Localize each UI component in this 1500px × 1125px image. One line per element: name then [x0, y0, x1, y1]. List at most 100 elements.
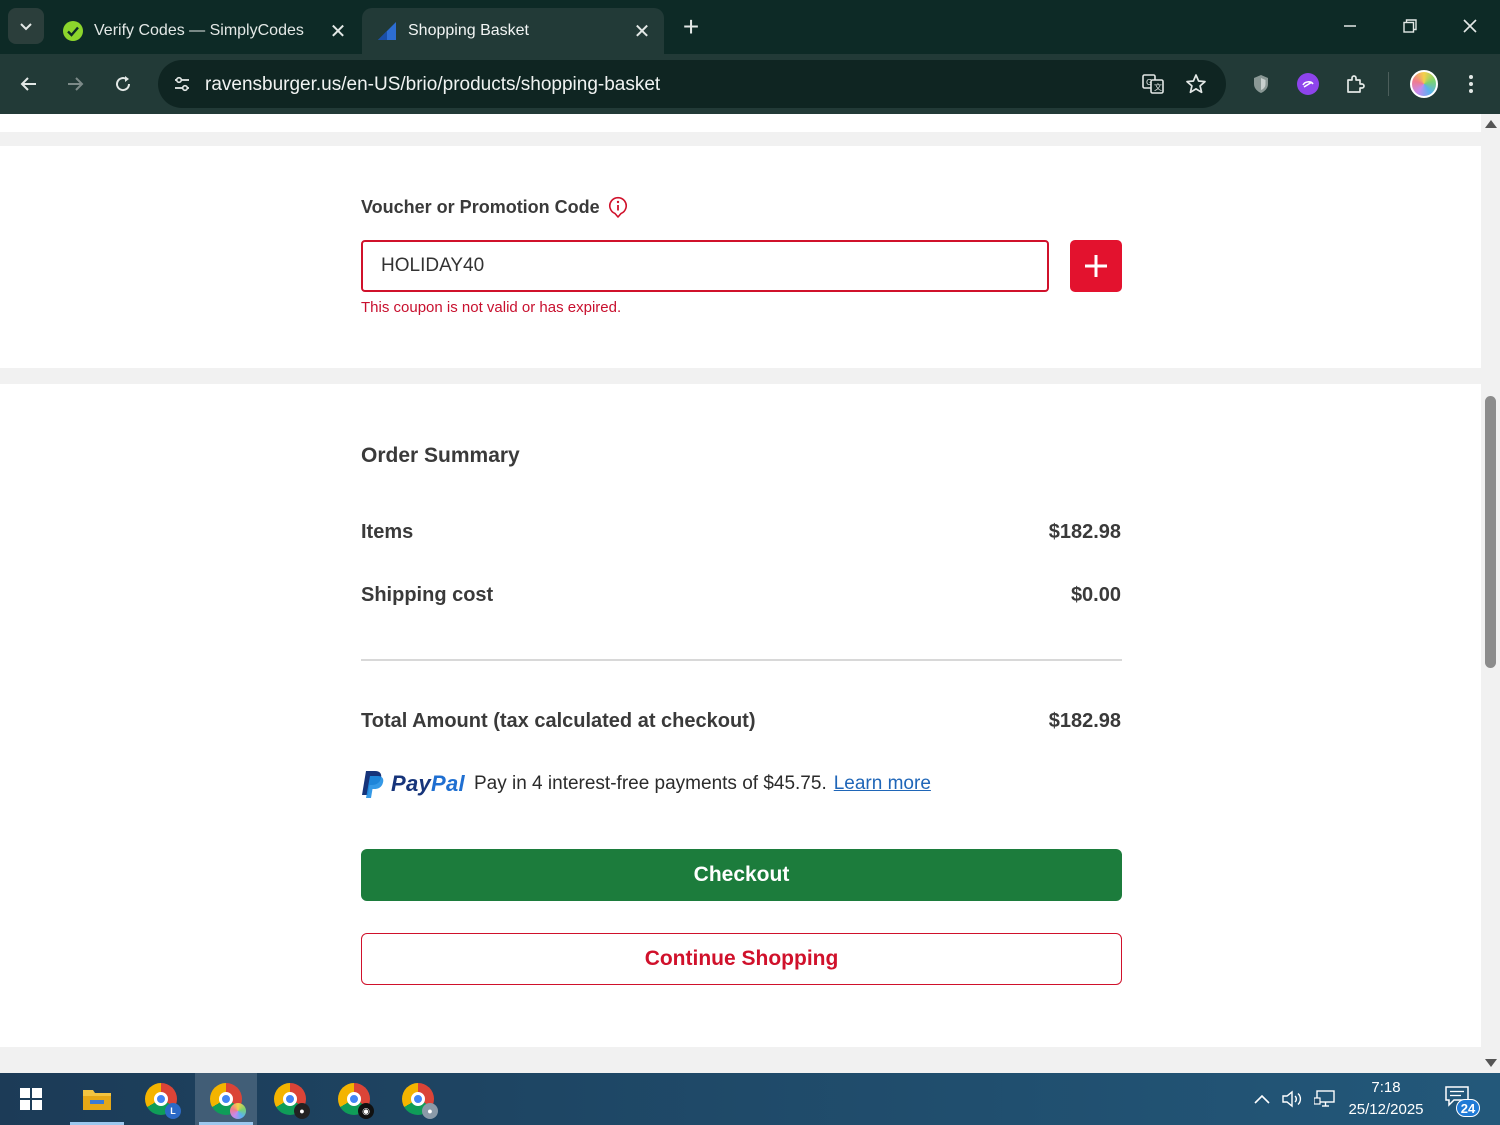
clock-time: 7:18	[1371, 1079, 1401, 1096]
svg-text:文: 文	[1154, 82, 1162, 92]
site-info-button[interactable]	[164, 66, 200, 102]
restore-icon	[1403, 19, 1417, 33]
address-bar[interactable]: ravensburger.us/en-US/brio/products/shop…	[158, 60, 1226, 108]
section-divider-band	[0, 1047, 1481, 1073]
plus-icon	[1085, 255, 1107, 277]
extension-badge-icon	[1297, 73, 1319, 95]
scrollbar-thumb[interactable]	[1485, 396, 1496, 668]
simplycodes-icon	[62, 20, 84, 42]
volume-button[interactable]	[1280, 1087, 1304, 1111]
chrome-icon: ●	[274, 1083, 310, 1119]
network-icon	[1314, 1090, 1335, 1107]
avatar	[1410, 70, 1438, 98]
taskbar-file-explorer[interactable]	[66, 1073, 128, 1125]
section-divider-band	[0, 368, 1481, 384]
chevron-up-icon	[1254, 1094, 1270, 1104]
voucher-code-input[interactable]	[361, 240, 1049, 292]
arrow-left-icon	[20, 77, 36, 91]
menu-button[interactable]	[1453, 66, 1489, 102]
show-hidden-icons-button[interactable]	[1250, 1087, 1274, 1111]
tab-search-button[interactable]	[8, 8, 44, 44]
order-summary-title: Order Summary	[361, 444, 520, 467]
voucher-label-text: Voucher or Promotion Code	[361, 196, 600, 217]
paypal-icon	[362, 771, 384, 798]
tab-title: Shopping Basket	[408, 22, 529, 39]
total-label: Total Amount (tax calculated at checkout…	[361, 710, 756, 732]
speaker-icon	[1282, 1090, 1302, 1108]
restore-button[interactable]	[1390, 8, 1430, 44]
translate-button[interactable]: G文	[1135, 66, 1171, 102]
close-icon	[1463, 19, 1477, 33]
items-label: Items	[361, 521, 414, 543]
apply-voucher-button[interactable]	[1070, 240, 1122, 292]
voucher-error-message: This coupon is not valid or has expired.	[361, 299, 622, 316]
learn-more-link[interactable]: Learn more	[834, 773, 931, 795]
network-button[interactable]	[1313, 1087, 1337, 1111]
checkout-button[interactable]: Checkout	[361, 849, 1122, 901]
chevron-down-icon	[20, 23, 32, 31]
paypal-brand-pal: Pal	[431, 771, 465, 796]
shipping-value: $0.00	[1070, 584, 1121, 606]
system-clock[interactable]: 7:18 25/12/2025	[1344, 1077, 1428, 1121]
chrome-icon: ●	[402, 1083, 438, 1119]
profile-button[interactable]	[1406, 66, 1442, 102]
close-tab-icon[interactable]: ✕	[328, 21, 348, 43]
summary-divider	[361, 659, 1122, 661]
start-button[interactable]	[0, 1073, 62, 1125]
extensions-button[interactable]	[1337, 66, 1373, 102]
scroll-up-arrow-icon[interactable]	[1485, 120, 1497, 128]
chrome-icon: ◉	[338, 1083, 374, 1119]
info-icon[interactable]	[608, 196, 628, 218]
scroll-down-arrow-icon[interactable]	[1485, 1059, 1497, 1067]
section-divider-band	[0, 132, 1481, 146]
chrome-icon: L	[145, 1083, 181, 1119]
folder-icon	[83, 1090, 111, 1110]
forward-button[interactable]	[57, 66, 93, 102]
ravensburger-icon	[376, 20, 398, 42]
paypal-installments-text: Pay in 4 interest-free payments of $45.7…	[473, 773, 827, 794]
page-viewport: Voucher or Promotion Code This coupon is…	[0, 114, 1481, 1073]
taskbar-chrome-profile-4[interactable]: ●	[387, 1073, 449, 1125]
items-value: $182.98	[1048, 521, 1121, 543]
shipping-label: Shipping cost	[361, 584, 494, 606]
chrome-icon	[210, 1083, 246, 1119]
toolbar-separator	[1388, 72, 1389, 96]
tab-verify-codes[interactable]: Verify Codes — SimplyCodes ✕	[48, 8, 360, 54]
total-value: $182.98	[1048, 710, 1121, 732]
paypal-message: PayPal Pay in 4 interest-free payments o…	[361, 769, 931, 799]
extension-purple-button[interactable]	[1290, 66, 1326, 102]
close-window-button[interactable]	[1450, 8, 1490, 44]
url-text[interactable]: ravensburger.us/en-US/brio/products/shop…	[205, 74, 660, 96]
bookmark-button[interactable]	[1178, 66, 1214, 102]
svg-text:G: G	[1146, 78, 1152, 87]
notification-center-button[interactable]: 24	[1444, 1085, 1480, 1117]
shield-icon	[1254, 75, 1268, 93]
taskbar-chrome-profile-2[interactable]: ●	[259, 1073, 321, 1125]
windows-logo-icon	[20, 1088, 42, 1110]
page-scrollbar[interactable]	[1481, 114, 1500, 1073]
notification-count-badge: 24	[1456, 1099, 1480, 1117]
reload-button[interactable]	[105, 66, 141, 102]
taskbar-chrome-profile-3[interactable]: ◉	[323, 1073, 385, 1125]
clock-date: 25/12/2025	[1348, 1101, 1424, 1118]
browser-tab-strip: Verify Codes — SimplyCodes ✕ Shopping Ba…	[0, 0, 1500, 54]
extension-shield-button[interactable]	[1243, 66, 1279, 102]
tab-shopping-basket[interactable]: Shopping Basket ✕	[362, 8, 664, 54]
tab-title: Verify Codes — SimplyCodes	[94, 22, 304, 39]
paypal-brand-pay: Pay	[391, 771, 432, 796]
windows-taskbar: L ● ◉ ● 7:18 25/12/2025 24	[0, 1073, 1500, 1125]
taskbar-chrome-profile-l[interactable]: L	[130, 1073, 192, 1125]
new-tab-button[interactable]: +	[676, 12, 706, 42]
more-vertical-icon	[1469, 75, 1473, 93]
close-tab-icon[interactable]: ✕	[632, 21, 652, 43]
translate-icon: G文	[1142, 74, 1164, 94]
taskbar-chrome-active[interactable]	[195, 1073, 257, 1125]
back-button[interactable]	[11, 66, 47, 102]
minimize-button[interactable]	[1330, 8, 1370, 44]
arrow-right-icon	[68, 77, 84, 91]
continue-shopping-button[interactable]: Continue Shopping	[361, 933, 1122, 985]
minimize-icon	[1344, 25, 1356, 27]
paypal-logo: PayPal	[361, 769, 465, 799]
puzzle-icon	[1347, 75, 1365, 93]
reload-icon	[116, 76, 131, 92]
